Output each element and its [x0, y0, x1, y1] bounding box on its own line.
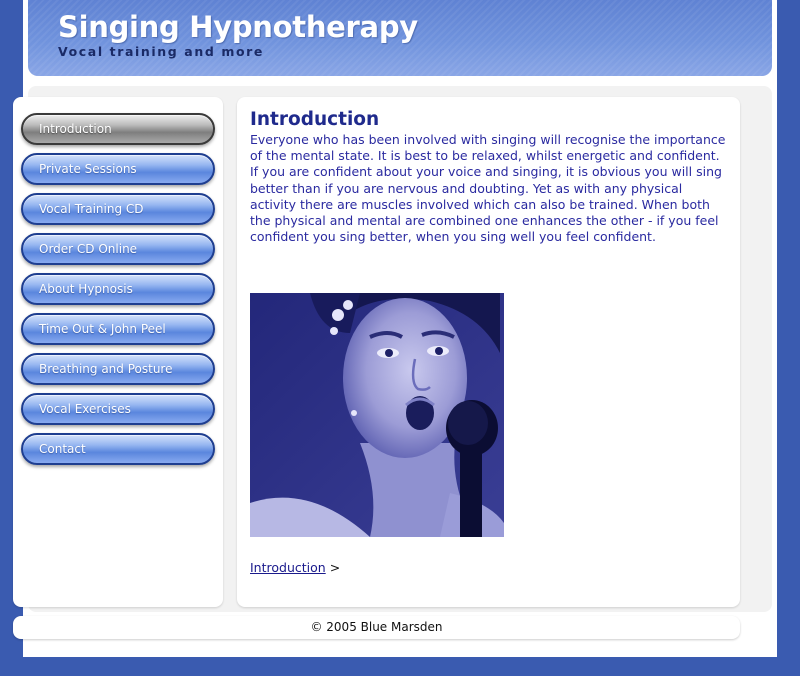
nav-button-time-out-john-peel[interactable]: Time Out & John Peel	[21, 313, 215, 345]
page-title: Introduction	[250, 109, 380, 130]
nav-button-breathing-and-posture[interactable]: Breathing and Posture	[21, 353, 215, 385]
nav-button-contact[interactable]: Contact	[21, 433, 215, 465]
breadcrumb-link-introduction[interactable]: Introduction	[250, 560, 326, 575]
nav-button-vocal-exercises[interactable]: Vocal Exercises	[21, 393, 215, 425]
site-title: Singing Hypnotherapy	[58, 10, 418, 44]
nav-button-about-hypnosis[interactable]: About Hypnosis	[21, 273, 215, 305]
site-footer: © 2005 Blue Marsden	[13, 616, 740, 639]
intro-paragraph-1: Everyone who has been involved with sing…	[250, 132, 726, 164]
breadcrumb-separator: >	[329, 560, 341, 575]
main-content: Introduction Everyone who has been invol…	[237, 97, 740, 607]
nav-button-vocal-training-cd[interactable]: Vocal Training CD	[21, 193, 215, 225]
intro-text: Everyone who has been involved with sing…	[250, 132, 730, 245]
sidebar-nav: Introduction Private Sessions Vocal Trai…	[13, 97, 223, 607]
nav-button-private-sessions[interactable]: Private Sessions	[21, 153, 215, 185]
singer-photo	[250, 293, 504, 537]
nav-button-order-cd-online[interactable]: Order CD Online	[21, 233, 215, 265]
site-tagline: Vocal training and more	[58, 44, 264, 59]
breadcrumb: Introduction >	[250, 560, 340, 575]
singer-photo-illustration	[250, 293, 504, 537]
site-header: Singing Hypnotherapy Vocal training and …	[28, 0, 772, 76]
nav-button-introduction[interactable]: Introduction	[21, 113, 215, 145]
intro-paragraph-2: If you are confident about your voice an…	[250, 164, 722, 245]
footer-copyright: © 2005 Blue Marsden	[310, 620, 443, 634]
